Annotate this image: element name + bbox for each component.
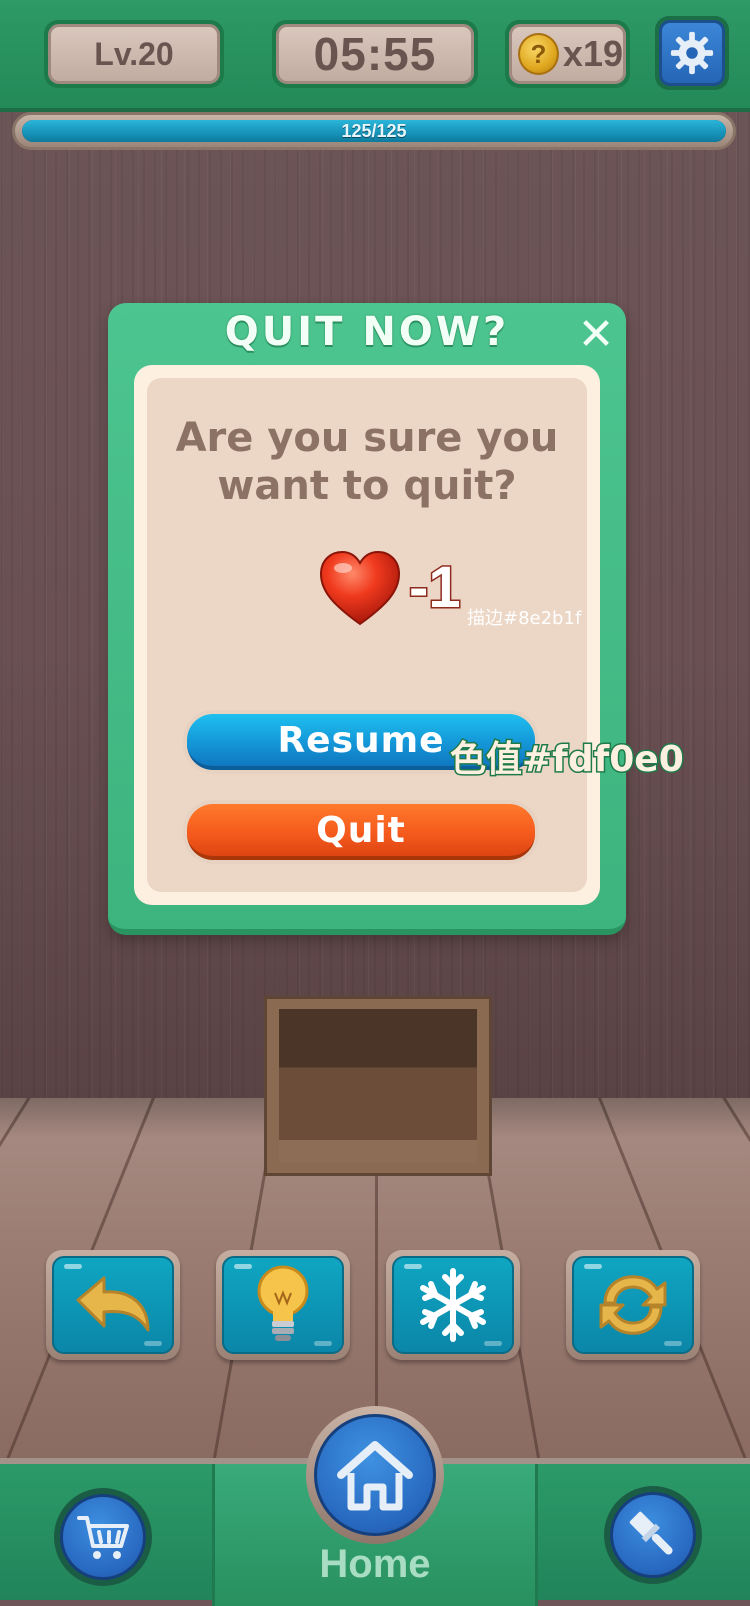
house-icon <box>337 1441 413 1511</box>
quit-button[interactable]: Quit <box>183 800 539 864</box>
settings-button[interactable] <box>655 16 729 90</box>
undo-arrow-icon <box>76 1276 150 1332</box>
undo-button[interactable] <box>46 1250 180 1360</box>
coin-count: x19 <box>562 33 623 74</box>
freeze-button[interactable] <box>386 1250 520 1360</box>
theme-button[interactable] <box>604 1486 702 1584</box>
timer-display: 05:55 <box>272 20 478 88</box>
shuffle-button[interactable] <box>566 1250 700 1360</box>
snowflake-icon <box>420 1268 486 1342</box>
home-tab-label: Home <box>319 1542 431 1586</box>
dialog-title: QUIT NOW? <box>224 309 510 355</box>
message-line-2: want to quit? <box>217 463 517 509</box>
quit-button-label: Quit <box>187 804 535 860</box>
hint-coin-counter[interactable]: ? x19 <box>505 20 630 88</box>
level-label: Lv.20 <box>48 24 220 84</box>
color-value-annotation: 色值#fdf0e0 <box>449 738 686 782</box>
quit-message: Are you sure you want to quit? <box>147 414 587 510</box>
level-progress-bar: 125/125 <box>12 112 736 150</box>
stroke-color-annotation: 描边#8e2b1f <box>467 608 582 629</box>
shop-button[interactable] <box>54 1488 152 1586</box>
close-button[interactable]: ✕ <box>574 313 618 357</box>
cart-icon <box>77 1516 129 1559</box>
question-coin-icon: ? <box>518 33 559 75</box>
wooden-box <box>264 996 492 1176</box>
progress-text: 125/125 <box>341 120 407 141</box>
paintbrush-icon <box>629 1511 673 1555</box>
gear-icon <box>670 31 714 75</box>
refresh-icon <box>599 1275 667 1335</box>
top-hud: Lv.20 05:55 ? x19 <box>0 0 750 112</box>
timer-value: 05:55 <box>276 24 474 84</box>
level-badge: Lv.20 <box>44 20 224 88</box>
hint-button[interactable] <box>216 1250 350 1360</box>
home-button[interactable] <box>306 1406 444 1544</box>
life-penalty: -1 <box>408 554 463 622</box>
quit-dialog: QUIT NOW? ✕ Are you sure you want to qui… <box>108 303 626 935</box>
heart-icon <box>319 550 401 626</box>
dialog-body: Are you sure you want to quit? -1 描边#8e2… <box>134 365 600 905</box>
lightbulb-icon <box>257 1265 309 1341</box>
message-line-1: Are you sure you <box>175 415 559 461</box>
